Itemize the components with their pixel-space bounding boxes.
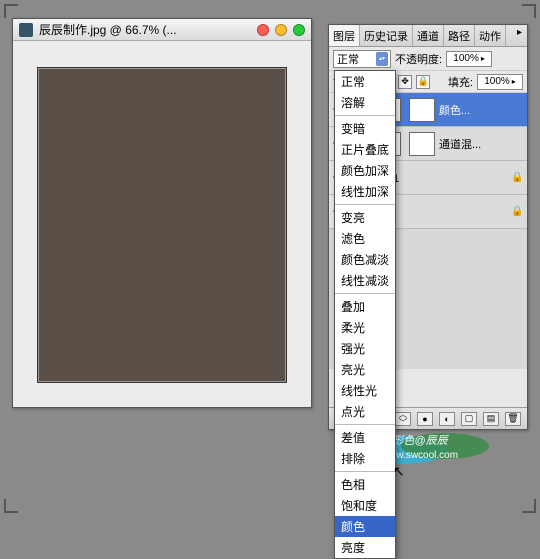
dd-item-colorburn[interactable]: 颜色加深 (335, 160, 395, 181)
dd-item-hue[interactable]: 色相 (335, 474, 395, 495)
panel-tabs: 图层 历史记录 通道 路径 动作 ▸ (329, 25, 527, 47)
dd-item-lighten[interactable]: 变亮 (335, 207, 395, 228)
layer-name[interactable]: 通道混... (439, 136, 523, 152)
mask-thumb[interactable] (409, 132, 435, 156)
dd-item-darken[interactable]: 变暗 (335, 118, 395, 139)
dd-item-vividlight[interactable]: 亮光 (335, 359, 395, 380)
dd-item-luminosity[interactable]: 亮度 (335, 537, 395, 558)
select-arrows-icon: ▴▾ (376, 52, 388, 66)
dd-item-saturation[interactable]: 饱和度 (335, 495, 395, 516)
opacity-label: 不透明度: (395, 51, 442, 67)
zoom-icon[interactable] (293, 24, 305, 36)
dd-item-colordodge[interactable]: 颜色减淡 (335, 249, 395, 270)
tab-paths[interactable]: 路径 (444, 25, 475, 46)
file-icon (19, 23, 33, 37)
dd-item-dissolve[interactable]: 溶解 (335, 92, 395, 113)
dd-item-linearlight[interactable]: 线性光 (335, 380, 395, 401)
dd-item-exclusion[interactable]: 排除 (335, 448, 395, 469)
blend-mode-current: 正常 (337, 51, 359, 67)
tab-history[interactable]: 历史记录 (360, 25, 413, 46)
dd-item-color[interactable]: 颜色 (335, 516, 395, 537)
minimize-icon[interactable] (275, 24, 287, 36)
dd-item-softlight[interactable]: 柔光 (335, 317, 395, 338)
close-icon[interactable] (257, 24, 269, 36)
lock-icon: 🔒 (511, 172, 523, 183)
tab-channels[interactable]: 通道 (413, 25, 444, 46)
lock-position-icon[interactable]: ✥ (398, 75, 412, 89)
blend-mode-select[interactable]: 正常 ▴▾ (333, 50, 391, 68)
dd-item-lineardodge[interactable]: 线性减淡 (335, 270, 395, 291)
dd-item-normal[interactable]: 正常 (335, 71, 395, 92)
layer-name[interactable]: 颜色... (439, 102, 523, 118)
blend-mode-dropdown[interactable]: 正常 溶解 变暗 正片叠底 颜色加深 线性加深 变亮 滤色 颜色减淡 线性减淡 … (334, 70, 396, 559)
tab-layers[interactable]: 图层 (329, 25, 360, 47)
tab-actions[interactable]: 动作 (475, 25, 506, 46)
dd-item-multiply[interactable]: 正片叠底 (335, 139, 395, 160)
dd-item-overlay[interactable]: 叠加 (335, 296, 395, 317)
lock-icon: 🔒 (511, 206, 523, 217)
dd-item-screen[interactable]: 滤色 (335, 228, 395, 249)
dd-item-pinlight[interactable]: 点光 (335, 401, 395, 422)
fill-input[interactable]: 100%▸ (477, 74, 523, 90)
opacity-input[interactable]: 100%▸ (446, 51, 492, 67)
blend-mode-row: 正常 ▴▾ 不透明度: 100%▸ (329, 47, 527, 71)
fill-label: 填充: (448, 74, 473, 90)
lock-all-icon[interactable]: 🔒 (416, 75, 430, 89)
dd-item-linearburn[interactable]: 线性加深 (335, 181, 395, 202)
mask-thumb[interactable] (409, 98, 435, 122)
document-window: 辰辰制作.jpg @ 66.7% (... (12, 18, 312, 408)
document-title: 辰辰制作.jpg @ 66.7% (... (39, 21, 177, 38)
trash-icon[interactable]: 🗑 (505, 412, 521, 426)
dd-item-difference[interactable]: 差值 (335, 427, 395, 448)
dd-item-hardlight[interactable]: 强光 (335, 338, 395, 359)
svg-text:形色@辰辰: 形色@辰辰 (392, 434, 449, 447)
panel-menu-icon[interactable]: ▸ (512, 25, 527, 46)
document-titlebar[interactable]: 辰辰制作.jpg @ 66.7% (... (13, 19, 311, 41)
canvas[interactable] (37, 67, 287, 383)
